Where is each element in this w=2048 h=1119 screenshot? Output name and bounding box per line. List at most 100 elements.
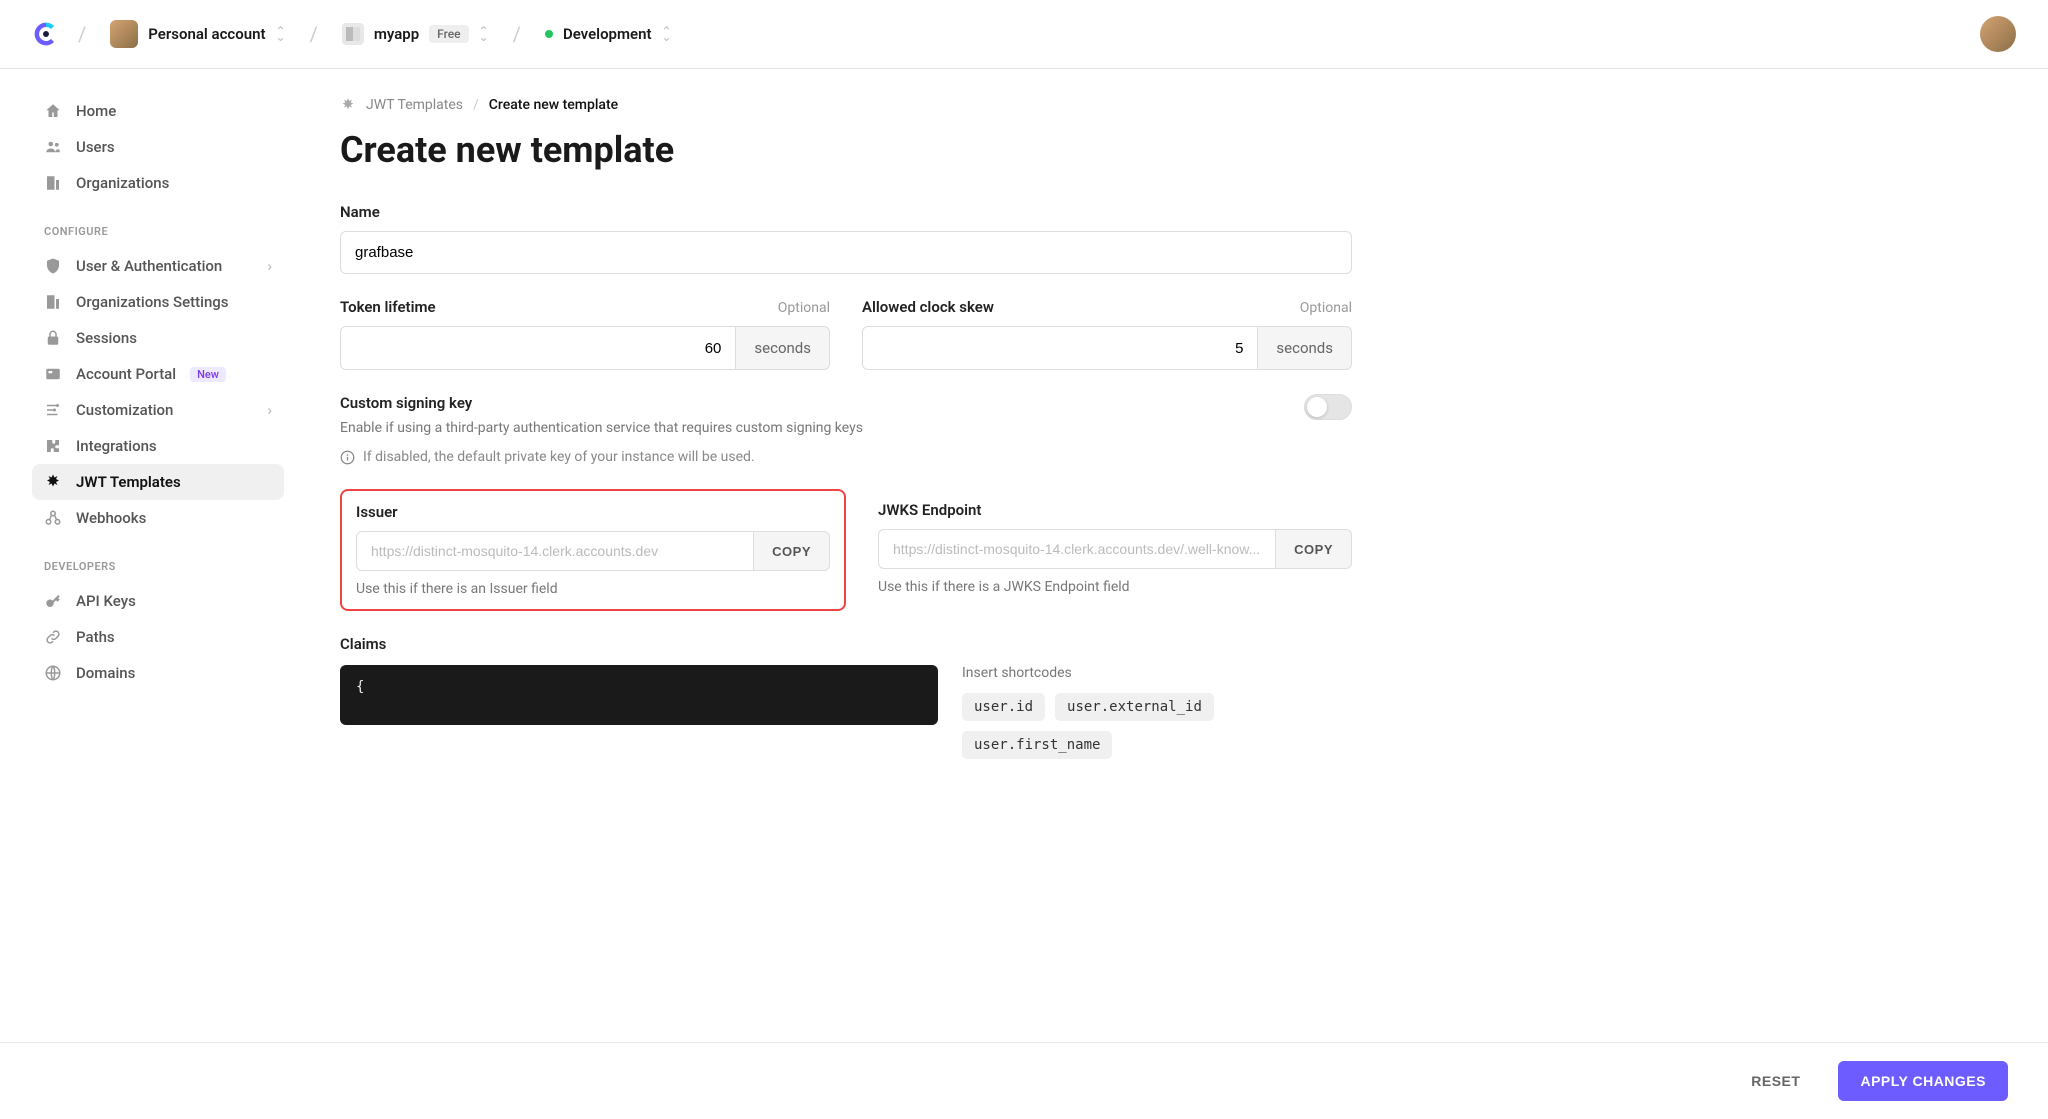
issuer-label: Issuer (356, 503, 830, 521)
field-token-lifetime: Token lifetime Optional seconds (340, 298, 830, 370)
footer-actions: RESET APPLY CHANGES (0, 1042, 2048, 1119)
account-label: Personal account (148, 25, 265, 43)
env-switcher[interactable]: Development ⌃⌄ (539, 21, 678, 47)
nav-user-auth[interactable]: User & Authentication › (32, 248, 284, 284)
nav-users[interactable]: Users (32, 129, 284, 165)
name-input[interactable] (340, 231, 1352, 274)
unit-label: seconds (735, 326, 830, 370)
nav-label: Webhooks (76, 509, 146, 527)
app-switcher[interactable]: myapp Free ⌃⌄ (336, 19, 495, 49)
building-icon (44, 174, 62, 192)
chevron-right-icon: › (267, 257, 272, 275)
field-jwks: JWKS Endpoint COPY Use this if there is … (878, 489, 1352, 611)
nav-jwt-templates[interactable]: JWT Templates (32, 464, 284, 500)
issuer-input[interactable] (356, 531, 753, 571)
nav-label: User & Authentication (76, 257, 222, 275)
name-label: Name (340, 203, 380, 221)
puzzle-icon (44, 437, 62, 455)
optional-tag: Optional (778, 300, 830, 316)
nav-label: Organizations Settings (76, 293, 229, 311)
top-header: / Personal account ⌃⌄ / myapp Free ⌃⌄ / … (0, 0, 2048, 69)
reset-button[interactable]: RESET (1733, 1061, 1818, 1101)
nav-label: Domains (76, 664, 135, 682)
jwks-label: JWKS Endpoint (878, 501, 1352, 519)
token-lifetime-input[interactable] (340, 326, 735, 370)
issuer-help: Use this if there is an Issuer field (356, 581, 830, 597)
chevron-right-icon: › (267, 401, 272, 419)
home-icon (44, 102, 62, 120)
page-title: Create new template (340, 129, 1352, 171)
nav-label: Organizations (76, 174, 169, 192)
nav-org-settings[interactable]: Organizations Settings (32, 284, 284, 320)
token-lifetime-label: Token lifetime (340, 298, 436, 316)
shortcodes-panel: Insert shortcodes user.id user.external_… (962, 665, 1352, 759)
nav-api-keys[interactable]: API Keys (32, 583, 284, 619)
section-developers: DEVELOPERS (44, 560, 284, 573)
breadcrumb-parent[interactable]: JWT Templates (366, 97, 463, 113)
signing-desc: Enable if using a third-party authentica… (340, 418, 863, 439)
users-icon (44, 138, 62, 156)
nav-webhooks[interactable]: Webhooks (32, 500, 284, 536)
crumb-separator: / (513, 22, 521, 46)
chevron-updown-icon: ⌃⌄ (479, 28, 489, 40)
nav-label: Sessions (76, 329, 137, 347)
lock-icon (44, 329, 62, 347)
claims-code: { (356, 679, 364, 695)
field-name: Name (340, 203, 1352, 274)
sidebar: Home Users Organizations CONFIGURE User … (0, 69, 300, 873)
new-badge: New (190, 367, 226, 382)
key-icon (44, 592, 62, 610)
nav-paths[interactable]: Paths (32, 619, 284, 655)
nav-customization[interactable]: Customization › (32, 392, 284, 428)
nav-sessions[interactable]: Sessions (32, 320, 284, 356)
account-switcher[interactable]: Personal account ⌃⌄ (104, 16, 291, 52)
breadcrumb: JWT Templates / Create new template (340, 97, 1352, 113)
shortcode-chip[interactable]: user.first_name (962, 731, 1112, 759)
nav-label: Customization (76, 401, 173, 419)
field-claims: Claims { Insert shortcodes user.id user.… (340, 635, 1352, 759)
nav-home[interactable]: Home (32, 93, 284, 129)
shortcode-chip[interactable]: user.external_id (1055, 693, 1214, 721)
field-issuer-highlighted: Issuer COPY Use this if there is an Issu… (340, 489, 846, 611)
plan-badge: Free (429, 25, 468, 43)
jwks-copy-button[interactable]: COPY (1275, 529, 1352, 569)
clock-skew-label: Allowed clock skew (862, 298, 994, 316)
breadcrumb-separator: / (473, 97, 479, 113)
apply-changes-button[interactable]: APPLY CHANGES (1838, 1061, 2008, 1101)
field-clock-skew: Allowed clock skew Optional seconds (862, 298, 1352, 370)
unit-label: seconds (1257, 326, 1352, 370)
nav-label: Integrations (76, 437, 157, 455)
signing-info: If disabled, the default private key of … (363, 449, 755, 465)
app-name: myapp (374, 25, 419, 43)
breadcrumb-current: Create new template (489, 97, 618, 113)
clock-skew-input[interactable] (862, 326, 1257, 370)
nav-label: Users (76, 138, 115, 156)
shortcodes-label: Insert shortcodes (962, 665, 1352, 681)
nav-domains[interactable]: Domains (32, 655, 284, 691)
globe-icon (44, 664, 62, 682)
claims-editor[interactable]: { (340, 665, 938, 725)
signing-toggle[interactable] (1304, 394, 1352, 420)
optional-tag: Optional (1300, 300, 1352, 316)
nav-integrations[interactable]: Integrations (32, 428, 284, 464)
field-signing-key: Custom signing key Enable if using a thi… (340, 394, 1352, 465)
user-menu[interactable] (1980, 16, 2016, 52)
nav-account-portal[interactable]: Account Portal New (32, 356, 284, 392)
nav-organizations[interactable]: Organizations (32, 165, 284, 201)
claims-label: Claims (340, 635, 1352, 653)
status-dot-icon (545, 30, 553, 38)
app-icon (342, 23, 364, 45)
nav-label: API Keys (76, 592, 136, 610)
nav-label: Account Portal (76, 365, 176, 383)
jwks-input[interactable] (878, 529, 1275, 569)
issuer-copy-button[interactable]: COPY (753, 531, 830, 571)
sliders-icon (44, 401, 62, 419)
link-icon (44, 628, 62, 646)
env-label: Development (563, 25, 652, 43)
building-icon (44, 293, 62, 311)
shortcode-chip[interactable]: user.id (962, 693, 1045, 721)
nav-label: Home (76, 102, 116, 120)
jwt-icon (340, 97, 356, 113)
clerk-logo[interactable] (32, 20, 60, 48)
crumb-separator: / (78, 22, 86, 46)
